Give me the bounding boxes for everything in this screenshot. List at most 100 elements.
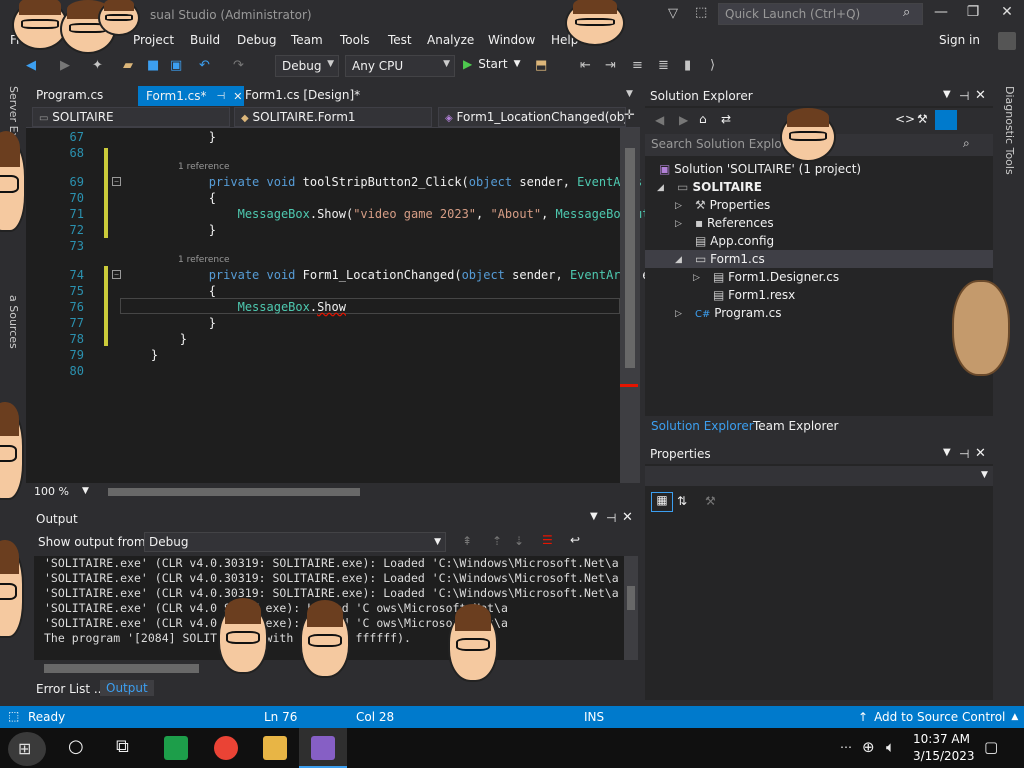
quick-launch-input[interactable]: Quick Launch (Ctrl+Q) bbox=[718, 3, 923, 25]
taskbar-time[interactable]: 10:37 AM bbox=[913, 732, 970, 746]
tab-form1-cs[interactable]: Form1.cs* ⊣ ✕ bbox=[138, 86, 244, 106]
forward-icon[interactable]: ▶ bbox=[60, 58, 70, 73]
scroll-thumb[interactable] bbox=[625, 148, 635, 368]
tree-properties[interactable]: ⚒ Properties bbox=[695, 198, 770, 212]
close-icon[interactable]: ✕ bbox=[622, 510, 633, 525]
zoom-level[interactable]: 100 % bbox=[34, 485, 69, 498]
tab-team-explorer[interactable]: Team Explorer bbox=[753, 419, 839, 433]
chrome-icon[interactable] bbox=[214, 736, 238, 760]
tree-form1-designer[interactable]: ▤ Form1.Designer.cs bbox=[713, 270, 839, 284]
start-menu-button[interactable]: ⊞ bbox=[8, 732, 46, 766]
sign-in-link[interactable]: Sign in bbox=[939, 33, 980, 47]
format-icon[interactable]: ⇥ bbox=[605, 58, 616, 73]
tree-solution[interactable]: ▣ Solution 'SOLITAIRE' (1 project) bbox=[659, 162, 861, 176]
chevron-down-icon[interactable]: ▼ bbox=[82, 486, 89, 496]
collapse-icon[interactable]: − bbox=[112, 177, 121, 186]
file-explorer-icon[interactable] bbox=[263, 736, 287, 760]
bookmark-next-icon[interactable]: ⟩ bbox=[710, 58, 715, 73]
minimize-button[interactable]: — bbox=[928, 4, 954, 24]
toolbox-icon[interactable]: ⬒ bbox=[535, 58, 547, 73]
home-icon[interactable]: ⌂ bbox=[699, 112, 707, 126]
notification-icon[interactable]: ▢ bbox=[984, 738, 998, 756]
redo-icon[interactable]: ↷ bbox=[233, 58, 244, 73]
close-window-button[interactable]: ✕ bbox=[994, 4, 1020, 24]
feedback-icon[interactable]: ⬚ bbox=[695, 5, 707, 20]
forward-icon[interactable]: ▶ bbox=[679, 113, 688, 127]
menu-project[interactable]: Project bbox=[133, 33, 174, 47]
output-source-select[interactable]: Debug ▼ bbox=[144, 532, 446, 552]
step-icon[interactable]: ⇤ bbox=[580, 58, 591, 73]
chevron-down-icon[interactable]: ▼ bbox=[943, 89, 951, 100]
pin-icon[interactable]: ⊣ bbox=[959, 89, 969, 103]
undo-icon[interactable]: ↶ bbox=[199, 58, 210, 73]
menu-debug[interactable]: Debug bbox=[237, 33, 276, 47]
menu-tools[interactable]: Tools bbox=[340, 33, 370, 47]
platform-select[interactable]: Any CPU ▼ bbox=[345, 55, 455, 77]
back-icon[interactable]: ◀ bbox=[26, 58, 36, 73]
close-icon[interactable]: ✕ bbox=[975, 446, 986, 461]
open-folder-icon[interactable]: ▰ bbox=[123, 58, 133, 73]
pin-icon[interactable]: ⊣ bbox=[959, 447, 969, 461]
expand-arrow-icon[interactable]: ◢ bbox=[657, 183, 664, 193]
start-button[interactable]: ▶ Start ▼ bbox=[463, 57, 520, 71]
menu-build[interactable]: Build bbox=[190, 33, 220, 47]
collapse-arrow-icon[interactable]: ▷ bbox=[675, 219, 682, 229]
task-view-icon[interactable]: ⧉ bbox=[116, 736, 129, 757]
tree-form1[interactable]: ▭ Form1.cs bbox=[695, 252, 765, 266]
next-message-icon[interactable]: ⇣ bbox=[514, 534, 524, 548]
add-to-source-control-button[interactable]: ↑ Add to Source Control ▲ bbox=[858, 710, 1018, 724]
account-avatar[interactable] bbox=[998, 32, 1016, 50]
chevron-down-icon[interactable]: ▼ bbox=[590, 511, 598, 522]
tab-error-list[interactable]: Error List ... bbox=[36, 682, 105, 696]
alphabetical-icon[interactable]: ⇅ bbox=[677, 494, 687, 508]
close-icon[interactable]: ✕ bbox=[975, 88, 986, 103]
properties-object-select[interactable]: ▼ bbox=[645, 466, 993, 486]
diagnostic-tools-tab[interactable]: Diagnostic Tools bbox=[1003, 86, 1016, 175]
clear-all-icon[interactable]: ☰ bbox=[542, 533, 553, 547]
sync-icon[interactable]: ⇄ bbox=[721, 112, 731, 126]
categorized-icon[interactable]: ▦ bbox=[651, 492, 673, 512]
class-nav-select[interactable]: ◆ SOLITAIRE.Form1 bbox=[234, 107, 432, 127]
data-sources-tab[interactable]: a Sources bbox=[7, 295, 20, 349]
visual-studio-taskbar-button[interactable] bbox=[299, 728, 347, 768]
hidden-icons-chevron-icon[interactable]: ⋯ bbox=[840, 740, 852, 754]
collapse-arrow-icon[interactable]: ▷ bbox=[675, 201, 682, 211]
filter-icon[interactable]: ▽ bbox=[668, 6, 678, 21]
tree-program[interactable]: C# Program.cs bbox=[695, 306, 782, 320]
word-wrap-icon[interactable]: ↩ bbox=[570, 533, 580, 547]
tree-project[interactable]: ▭ SOLITAIRE bbox=[677, 180, 762, 194]
menu-window[interactable]: Window bbox=[488, 33, 535, 47]
sheets-app-icon[interactable] bbox=[164, 736, 188, 760]
code-view-icon[interactable]: <> bbox=[895, 112, 915, 126]
collapse-arrow-icon[interactable]: ▷ bbox=[675, 309, 682, 319]
wrench-icon[interactable]: ⚒ bbox=[917, 112, 928, 126]
search-icon[interactable]: ⌕ bbox=[903, 5, 910, 20]
code-editor[interactable]: 67 } 68 1 reference 69 − private void to… bbox=[26, 128, 664, 483]
codelens-reference[interactable]: 1 reference bbox=[178, 255, 230, 265]
save-icon[interactable]: ■ bbox=[147, 58, 159, 73]
prev-message-icon[interactable]: ⇡ bbox=[492, 534, 502, 548]
chevron-down-icon[interactable]: ▼ bbox=[943, 447, 951, 458]
new-project-icon[interactable]: ✦ bbox=[92, 58, 103, 73]
network-icon[interactable]: ⊕ bbox=[862, 738, 875, 756]
project-nav-select[interactable]: ▭ SOLITAIRE bbox=[32, 107, 230, 127]
search-circle-icon[interactable]: ○ bbox=[68, 736, 84, 757]
expand-arrow-icon[interactable]: ◢ bbox=[675, 255, 682, 265]
restore-button[interactable]: ❐ bbox=[960, 4, 986, 24]
tab-list-icon[interactable]: ▼ bbox=[626, 89, 633, 99]
preview-icon[interactable] bbox=[935, 110, 957, 130]
pin-icon[interactable]: ⊣ bbox=[606, 511, 616, 525]
codelens-reference[interactable]: 1 reference bbox=[178, 162, 230, 172]
tree-form1-resx[interactable]: ▤ Form1.resx bbox=[713, 288, 795, 302]
collapse-arrow-icon[interactable]: ▷ bbox=[693, 273, 700, 283]
split-icon[interactable]: ✛ bbox=[624, 108, 635, 123]
tree-references[interactable]: ▪ References bbox=[695, 216, 774, 230]
taskbar-date[interactable]: 3/15/2023 bbox=[913, 749, 975, 763]
save-all-icon[interactable]: ▣ bbox=[170, 58, 182, 73]
scroll-thumb[interactable] bbox=[627, 586, 635, 610]
tab-solution-explorer[interactable]: Solution Explorer bbox=[651, 419, 754, 433]
property-pages-icon[interactable]: ⚒ bbox=[705, 494, 716, 508]
pin-icon[interactable]: ⊣ bbox=[217, 91, 226, 102]
tree-appconfig[interactable]: ▤ App.config bbox=[695, 234, 774, 248]
menu-test[interactable]: Test bbox=[388, 33, 412, 47]
